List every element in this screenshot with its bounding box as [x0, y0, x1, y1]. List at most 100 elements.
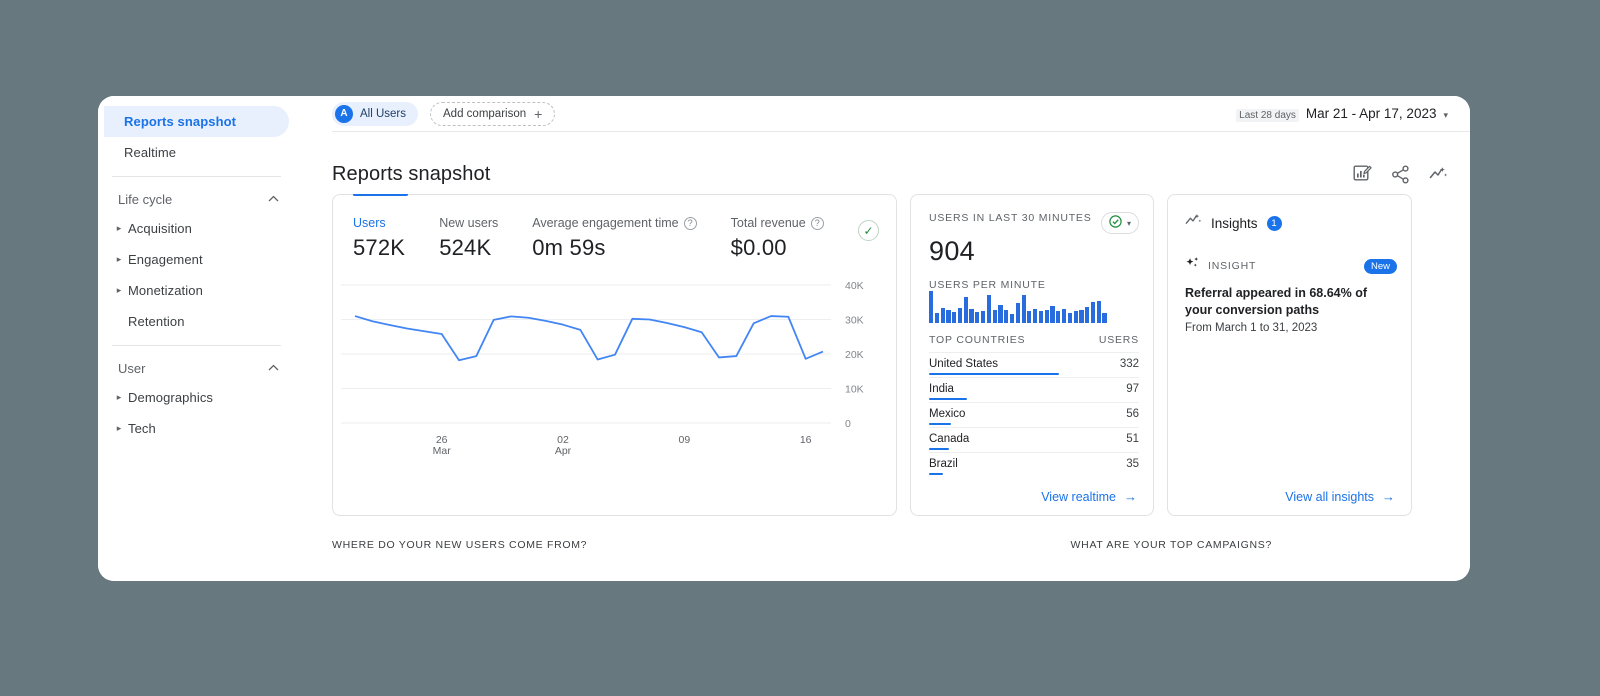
insight-kicker: INSIGHT: [1208, 260, 1256, 272]
sidebar-item-label: Reports snapshot: [124, 114, 236, 129]
sidebar-item-acquisition[interactable]: ▸ Acquisition: [104, 213, 289, 244]
arrow-right-icon: →: [1124, 489, 1137, 504]
edit-chart-icon[interactable]: [1353, 165, 1372, 184]
table-row[interactable]: Brazil 35: [929, 452, 1139, 477]
add-comparison-button[interactable]: Add comparison +: [430, 102, 555, 126]
users-per-minute-bar: [1102, 313, 1106, 323]
svg-text:16: 16: [800, 434, 812, 446]
svg-text:20K: 20K: [845, 349, 864, 361]
country-users: 35: [1126, 458, 1139, 470]
users-per-minute-bar: [1016, 303, 1020, 323]
insights-card: Insights 1 INSIGHT New: [1167, 194, 1412, 516]
sidebar-item-retention[interactable]: ▸ Retention: [104, 306, 289, 337]
users-per-minute-bar: [1074, 311, 1078, 323]
sidebar-item-reports-snapshot[interactable]: Reports snapshot: [104, 106, 289, 137]
users-per-minute-bar: [1097, 301, 1101, 323]
country-bar: [929, 423, 951, 426]
users-line-chart[interactable]: 010K20K30K40K26Mar02Apr0916: [333, 269, 896, 469]
sidebar-section-user[interactable]: User: [98, 354, 297, 382]
users-per-minute-bar: [987, 295, 991, 323]
card-row: Users 572K New users 524K Av: [297, 194, 1470, 516]
metric-average-engagement-time[interactable]: Average engagement time ? 0m 59s: [532, 216, 696, 261]
users-per-minute-bar: [935, 313, 939, 323]
metric-users[interactable]: Users 572K: [353, 216, 405, 261]
svg-text:09: 09: [678, 434, 690, 446]
line-chart-svg: 010K20K30K40K26Mar02Apr0916: [333, 269, 896, 469]
users-per-minute-label: USERS PER MINUTE: [911, 267, 1153, 291]
sidebar-divider: [112, 345, 281, 346]
users-per-minute-bar: [1068, 313, 1072, 323]
caret-right-icon: ▸: [110, 224, 128, 233]
insights-icon[interactable]: [1429, 165, 1448, 184]
column-header-country: TOP COUNTRIES: [929, 334, 1025, 346]
table-header: TOP COUNTRIES USERS: [929, 334, 1139, 352]
cards-area: Users 572K New users 524K Av: [297, 194, 1470, 581]
users-per-minute-bar: [941, 308, 945, 323]
date-range-preset: Last 28 days: [1236, 109, 1299, 122]
country-name: Mexico: [929, 408, 965, 420]
sidebar-item-engagement[interactable]: ▸ Engagement: [104, 244, 289, 275]
chevron-down-icon: ▾: [1443, 110, 1448, 121]
metric-total-revenue[interactable]: Total revenue ? $0.00: [731, 216, 824, 261]
table-row[interactable]: India97: [929, 377, 1139, 402]
segment-label: All Users: [360, 108, 406, 120]
sidebar-item-realtime[interactable]: Realtime: [104, 137, 289, 168]
svg-text:Mar: Mar: [433, 445, 452, 457]
plus-icon: +: [534, 107, 542, 121]
share-icon[interactable]: [1391, 165, 1410, 184]
sidebar-item-demographics[interactable]: ▸ Demographics: [104, 382, 289, 413]
country-users: 332: [1120, 358, 1139, 370]
main-content: A All Users Add comparison + Last 28 day…: [297, 96, 1470, 581]
bottom-section-labels: WHERE DO YOUR NEW USERS COME FROM? WHAT …: [297, 516, 1470, 551]
date-range-picker[interactable]: Last 28 days Mar 21 - Apr 17, 2023 ▾: [1236, 106, 1448, 122]
help-icon[interactable]: ?: [811, 217, 824, 230]
metric-label: Average engagement time: [532, 216, 678, 230]
users-per-minute-bar: [964, 297, 968, 323]
users-per-minute-bar: [929, 291, 933, 323]
insight-body[interactable]: Referral appeared in 68.64% of your conv…: [1168, 276, 1411, 334]
sidebar-section-life-cycle[interactable]: Life cycle: [98, 185, 297, 213]
realtime-user-count: 904: [911, 234, 1153, 267]
insights-icon: [1185, 212, 1202, 234]
country-users: 51: [1126, 433, 1139, 445]
chevron-down-icon: ▾: [1127, 219, 1131, 228]
realtime-status-dropdown[interactable]: ▾: [1101, 212, 1139, 234]
table-row[interactable]: Canada51: [929, 427, 1139, 452]
metric-new-users[interactable]: New users 524K: [439, 216, 498, 261]
country-bar: [929, 473, 943, 476]
comparison-toolbar: A All Users Add comparison + Last 28 day…: [332, 96, 1470, 132]
caret-right-icon: ▸: [110, 286, 128, 295]
table-row[interactable]: Mexico56: [929, 402, 1139, 427]
segment-chip-all-users[interactable]: A All Users: [332, 102, 418, 126]
sidebar-item-label: Realtime: [124, 145, 176, 160]
view-realtime-label: View realtime: [1041, 490, 1116, 504]
help-icon[interactable]: ?: [684, 217, 697, 230]
users-per-minute-bars: [911, 291, 1153, 323]
users-per-minute-bar: [969, 309, 973, 323]
chevron-up-icon: [268, 194, 279, 205]
users-per-minute-bar: [958, 308, 962, 323]
svg-text:10K: 10K: [845, 384, 864, 396]
users-per-minute-bar: [975, 312, 979, 323]
users-per-minute-bar: [998, 305, 1002, 323]
country-name: Brazil: [929, 458, 958, 470]
sidebar-item-label: Engagement: [128, 252, 203, 267]
top-countries-table: TOP COUNTRIES USERS United States332Indi…: [911, 323, 1153, 477]
sidebar-item-tech[interactable]: ▸ Tech: [104, 413, 289, 444]
avatar: A: [335, 105, 353, 123]
users-per-minute-bar: [1045, 310, 1049, 323]
new-badge: New: [1364, 259, 1397, 274]
column-header-users: USERS: [1099, 334, 1139, 346]
metrics-overview-card: Users 572K New users 524K Av: [332, 194, 897, 516]
realtime-header: USERS IN LAST 30 MINUTES ▾: [911, 195, 1153, 234]
metric-label: Total revenue: [731, 216, 806, 230]
table-row[interactable]: United States332: [929, 352, 1139, 377]
view-realtime-link[interactable]: View realtime →: [1041, 489, 1137, 504]
analytics-window: Reports snapshot Realtime Life cycle ▸ A…: [98, 96, 1470, 581]
check-circle-icon: [1109, 215, 1122, 231]
users-per-minute-bar: [993, 310, 997, 323]
users-per-minute-bar: [1039, 311, 1043, 323]
sidebar-item-monetization[interactable]: ▸ Monetization: [104, 275, 289, 306]
users-per-minute-bar: [946, 310, 950, 323]
view-all-insights-link[interactable]: View all insights →: [1285, 489, 1395, 504]
